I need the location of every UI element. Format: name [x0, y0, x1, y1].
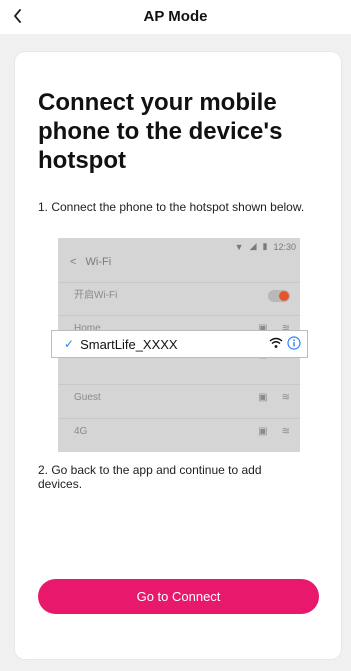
- wifi-toggle: [268, 290, 290, 302]
- wifi-icon: ≋: [281, 392, 290, 403]
- cell-signal-icon: ◢: [249, 241, 257, 251]
- selected-ssid: SmartLife_XXXX: [80, 336, 178, 352]
- lock-icon: ▣: [258, 392, 268, 403]
- info-icon: [287, 336, 301, 350]
- wifi-icon: ≋: [281, 426, 290, 437]
- instruction-card: Connect your mobile phone to the device'…: [15, 52, 341, 659]
- instruction-heading: Connect your mobile phone to the device'…: [38, 89, 283, 174]
- toggle-knob: [279, 291, 289, 301]
- wifi-enable-row: 开启Wi-Fi: [58, 282, 300, 308]
- battery-icon: ▮: [262, 241, 268, 251]
- network-row-guest: Guest ▣ ≋: [58, 384, 300, 410]
- phone-back-icon: <: [70, 256, 77, 268]
- check-icon: ✓: [64, 337, 75, 351]
- go-to-connect-button[interactable]: Go to Connect: [38, 579, 319, 614]
- phone-status-bar: ▼ ◢ ▮ 12:30: [235, 241, 296, 252]
- network-row-4g: 4G ▣ ≋: [58, 418, 300, 444]
- wifi-signal-icon: ▼: [234, 241, 244, 252]
- lock-icon: ▣: [258, 426, 268, 437]
- step-two-text: 2. Go back to the app and continue to ad…: [38, 463, 262, 491]
- phone-wifi-header: < Wi-Fi: [70, 256, 112, 268]
- page-title: AP Mode: [143, 8, 208, 25]
- top-bar: AP Mode: [0, 0, 351, 34]
- step-one-text: 1. Connect the phone to the hotspot show…: [38, 200, 305, 214]
- status-time: 12:30: [273, 241, 296, 252]
- wifi-icon: [269, 337, 283, 348]
- selected-network-highlight: ✓ SmartLife_XXXX: [52, 331, 307, 357]
